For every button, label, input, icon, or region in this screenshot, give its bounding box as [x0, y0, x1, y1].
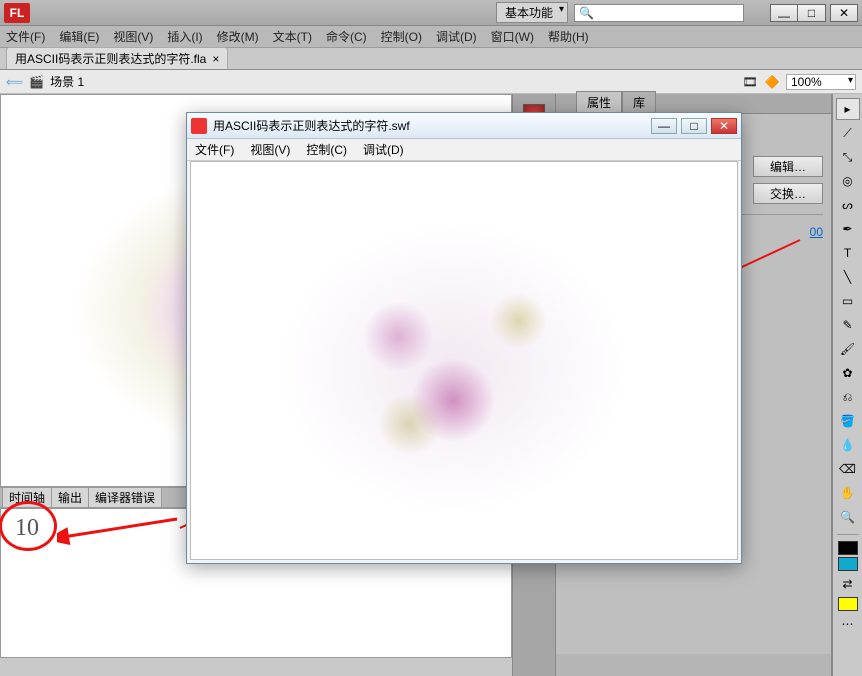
swf-player-window: 用ASCII码表示正则表达式的字符.swf — □ ✕ 文件(F) 视图(V) …	[186, 112, 742, 564]
search-field[interactable]: 🔍	[574, 4, 744, 22]
tool-rect[interactable]: ▭	[836, 290, 860, 312]
document-tab[interactable]: 用ASCII码表示正则表达式的字符.fla ×	[6, 47, 228, 69]
swap-button[interactable]: 交换…	[753, 183, 823, 204]
tool-hand[interactable]: ✋	[836, 482, 860, 504]
tool-brush[interactable]: 🖌	[836, 338, 860, 360]
document-tab-label: 用ASCII码表示正则表达式的字符.fla	[15, 50, 206, 67]
stroke-color-swatch[interactable]	[838, 541, 858, 555]
scene-icon: 🎬	[29, 75, 44, 89]
tab-output[interactable]: 输出	[51, 487, 89, 507]
tool-zoom[interactable]: 🔍	[836, 506, 860, 528]
menu-file[interactable]: 文件(F)	[6, 28, 45, 45]
menu-view[interactable]: 视图(V)	[113, 28, 153, 45]
tool-text[interactable]: T	[836, 242, 860, 264]
swf-menu-control[interactable]: 控制(C)	[306, 141, 347, 158]
tab-compiler-errors[interactable]: 编译器错误	[88, 487, 162, 507]
tool-3d-rotate[interactable]: ◎	[836, 170, 860, 192]
annotation-arrow-icon	[57, 513, 187, 553]
tool-line[interactable]: ╲	[836, 266, 860, 288]
document-tabs: 用ASCII码表示正则表达式的字符.fla ×	[0, 48, 862, 70]
option-color-swatch[interactable]	[838, 597, 858, 611]
swf-maximize-button[interactable]: □	[681, 118, 707, 134]
tools-panel: ▸ ⟋ ⤡ ◎ ᔕ ✒ T ╲ ▭ ✎ 🖌 ✿ ⎌ 🪣 💧 ⌫ ✋ 🔍 ⇄ ⋯	[832, 94, 862, 676]
search-input[interactable]	[598, 6, 739, 20]
workspace-dropdown[interactable]: 基本功能	[496, 2, 568, 23]
swf-menu-debug[interactable]: 调试(D)	[363, 141, 404, 158]
tool-eraser[interactable]: ⌫	[836, 458, 860, 480]
swf-title: 用ASCII码表示正则表达式的字符.swf	[213, 117, 647, 134]
tool-bone[interactable]: ⎌	[836, 386, 860, 408]
app-logo: FL	[4, 3, 30, 23]
document-tab-close[interactable]: ×	[212, 52, 219, 66]
edit-bar: ⟸ 🎬 场景 1 🎞 🔶 100%	[0, 70, 862, 94]
menu-text[interactable]: 文本(T)	[273, 28, 312, 45]
menu-debug[interactable]: 调试(D)	[436, 28, 477, 45]
menu-help[interactable]: 帮助(H)	[548, 28, 589, 45]
zoom-dropdown[interactable]: 100%	[786, 74, 856, 90]
window-close-button[interactable]: ✕	[830, 4, 858, 22]
tool-pen[interactable]: ✒	[836, 218, 860, 240]
annotation-circle	[0, 501, 57, 551]
menubar: 文件(F) 编辑(E) 视图(V) 插入(I) 修改(M) 文本(T) 命令(C…	[0, 26, 862, 48]
swf-minimize-button[interactable]: —	[651, 118, 677, 134]
scene-label[interactable]: 场景 1	[50, 73, 84, 90]
tool-eyedrop[interactable]: 💧	[836, 434, 860, 456]
tool-pencil[interactable]: ✎	[836, 314, 860, 336]
menu-insert[interactable]: 插入(I)	[167, 28, 202, 45]
swf-stage	[190, 161, 738, 560]
search-icon: 🔍	[579, 6, 594, 20]
tool-free-transform[interactable]: ⤡	[836, 146, 860, 168]
swf-menu-file[interactable]: 文件(F)	[195, 141, 234, 158]
menu-edit[interactable]: 编辑(E)	[59, 28, 99, 45]
swf-titlebar[interactable]: 用ASCII码表示正则表达式的字符.swf — □ ✕	[187, 113, 741, 139]
edit-scene-icon[interactable]: 🎞	[742, 74, 758, 90]
menu-window[interactable]: 窗口(W)	[491, 28, 534, 45]
app-titlebar: FL 基本功能 🔍 — □ ✕	[0, 0, 862, 26]
tab-library[interactable]: 库	[622, 91, 656, 113]
fill-color-swatch[interactable]	[838, 557, 858, 571]
swf-close-button[interactable]: ✕	[711, 118, 737, 134]
edit-button[interactable]: 编辑…	[753, 156, 823, 177]
edit-symbols-icon[interactable]: 🔶	[764, 74, 780, 90]
window-maximize-button[interactable]: □	[798, 4, 826, 22]
tool-selection[interactable]: ▸	[836, 98, 860, 120]
menu-modify[interactable]: 修改(M)	[217, 28, 259, 45]
swf-menubar: 文件(F) 视图(V) 控制(C) 调试(D)	[187, 139, 741, 161]
swap-colors-icon[interactable]: ⇄	[836, 573, 860, 595]
tab-properties[interactable]: 属性	[576, 91, 622, 113]
swf-content-image	[191, 162, 737, 559]
tool-deco[interactable]: ✿	[836, 362, 860, 384]
menu-control[interactable]: 控制(O)	[381, 28, 422, 45]
swf-menu-view[interactable]: 视图(V)	[250, 141, 290, 158]
swf-app-icon	[191, 118, 207, 134]
window-minimize-button[interactable]: —	[770, 4, 798, 22]
tool-paint-bucket[interactable]: 🪣	[836, 410, 860, 432]
back-icon[interactable]: ⟸	[6, 75, 23, 89]
menu-commands[interactable]: 命令(C)	[326, 28, 367, 45]
tool-subselect[interactable]: ⟋	[836, 122, 860, 144]
tool-lasso[interactable]: ᔕ	[836, 194, 860, 216]
tool-options-icon[interactable]: ⋯	[836, 613, 860, 635]
coord-link[interactable]: 00	[810, 225, 823, 239]
